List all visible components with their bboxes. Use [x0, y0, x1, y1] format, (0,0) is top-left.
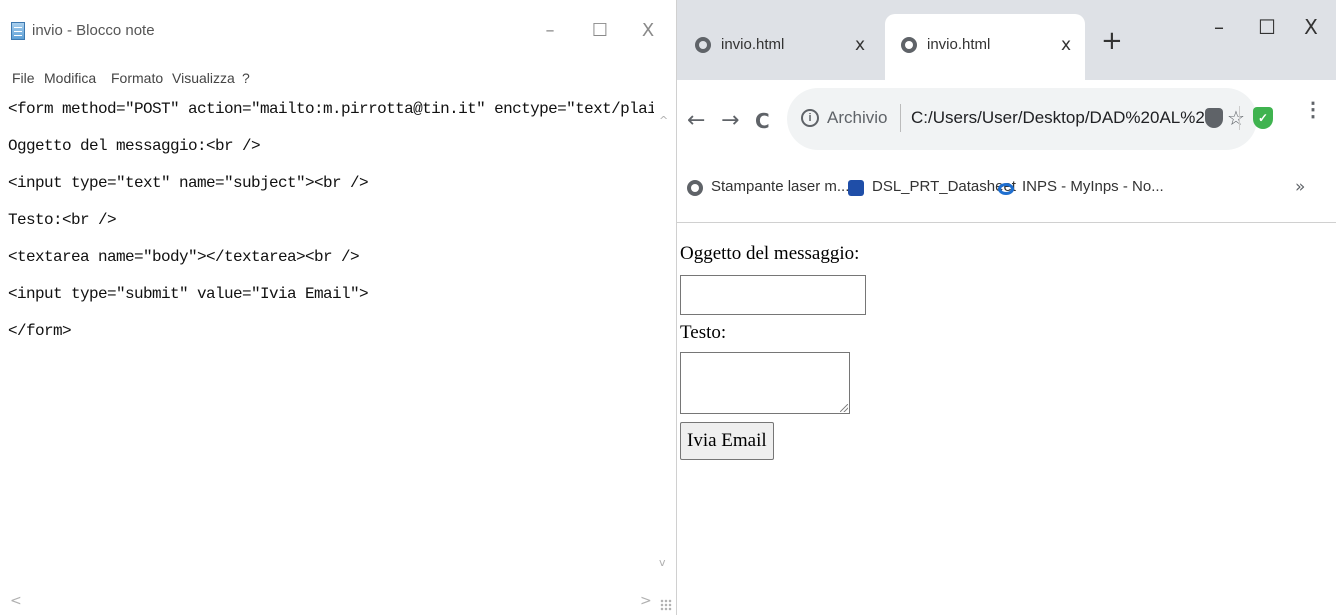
- bookmark-label: DSL_PRT_Datasheet: [872, 178, 1016, 195]
- globe-icon: [695, 37, 711, 53]
- close-icon[interactable]: x: [855, 35, 865, 55]
- reload-button[interactable]: C: [755, 110, 770, 132]
- address-separator: [900, 104, 901, 132]
- code-line: <textarea name="body"></textarea><br />: [8, 248, 360, 266]
- notepad-horizontal-scrollbar[interactable]: < >: [0, 589, 676, 615]
- bookmark-star-icon[interactable]: ☆: [1227, 106, 1245, 130]
- notepad-menubar: File Modifica Formato Visualizza ?: [0, 66, 676, 90]
- notepad-text-area[interactable]: <form method="POST" action="mailto:m.pir…: [0, 92, 676, 587]
- tab-strip: invio.html x invio.html x + – ☐ X: [677, 0, 1336, 80]
- globe-icon: [687, 180, 703, 196]
- close-icon[interactable]: x: [1061, 35, 1071, 55]
- extension-shield-icon[interactable]: [1205, 108, 1223, 128]
- notepad-vertical-scrollbar[interactable]: ^ v: [654, 98, 676, 588]
- code-line: <input type="text" name="subject"><br />: [8, 174, 369, 192]
- notepad-app-icon: [11, 22, 25, 40]
- tab-invio-2[interactable]: invio.html x: [885, 14, 1085, 80]
- notepad-titlebar[interactable]: invio - Blocco note – ☐ X: [0, 0, 676, 60]
- toolbar-separator: [1239, 106, 1240, 130]
- subject-label: Oggetto del messaggio:: [680, 243, 860, 264]
- back-button[interactable]: ←: [687, 110, 705, 132]
- browser-toolbar: ← → C i Archivio C:/Users/User/Desktop/D…: [677, 80, 1336, 160]
- code-line: Oggetto del messaggio:<br />: [8, 137, 261, 155]
- subject-input[interactable]: [680, 275, 866, 315]
- bookmark-label: INPS - MyInps - No...: [1022, 178, 1164, 195]
- menu-file[interactable]: File: [12, 70, 35, 86]
- info-icon[interactable]: i: [801, 109, 819, 127]
- submit-button[interactable]: Ivia Email: [680, 422, 774, 460]
- tab-label: invio.html: [927, 36, 991, 53]
- new-tab-button[interactable]: +: [1101, 28, 1123, 54]
- brother-icon: [848, 180, 864, 196]
- code-line: <input type="submit" value="Ivia Email">: [8, 285, 369, 303]
- address-url[interactable]: C:/Users/User/Desktop/DAD%20AL%2...: [911, 108, 1219, 128]
- notepad-minimize-button[interactable]: –: [530, 14, 570, 48]
- browser-menu-icon[interactable]: ⋮: [1303, 100, 1323, 120]
- code-line: Testo:<br />: [8, 211, 117, 229]
- resize-grip-icon[interactable]: [660, 599, 672, 611]
- scroll-down-icon[interactable]: v: [659, 556, 666, 569]
- scroll-left-icon[interactable]: <: [10, 593, 22, 609]
- address-bar[interactable]: i Archivio C:/Users/User/Desktop/DAD%20A…: [787, 88, 1257, 150]
- bookmarks-bar: Stampante laser m... DSL_PRT_Datasheet I…: [677, 160, 1336, 223]
- tab-label: invio.html: [721, 36, 785, 53]
- browser-close-button[interactable]: X: [1289, 10, 1333, 44]
- body-textarea[interactable]: [680, 352, 850, 414]
- code-line: <form method="POST" action="mailto:m.pir…: [8, 100, 676, 118]
- forward-button[interactable]: →: [721, 110, 739, 132]
- notepad-maximize-button[interactable]: ☐: [580, 14, 620, 48]
- inps-icon: [998, 183, 1014, 195]
- page-content: Oggetto del messaggio: Testo: Ivia Email: [677, 223, 1336, 615]
- body-label: Testo:: [680, 322, 727, 343]
- address-scheme-label: Archivio: [827, 108, 888, 127]
- extension-check-icon[interactable]: ✓: [1253, 107, 1273, 129]
- scroll-up-icon[interactable]: ^: [659, 114, 668, 127]
- resize-grip-icon[interactable]: [840, 404, 848, 412]
- notepad-title: invio - Blocco note: [32, 22, 155, 39]
- notepad-close-button[interactable]: X: [628, 14, 668, 48]
- notepad-window: invio - Blocco note – ☐ X File Modifica …: [0, 0, 676, 615]
- menu-formato[interactable]: Formato: [111, 70, 163, 86]
- menu-help[interactable]: ?: [242, 70, 250, 86]
- bookmarks-more-icon[interactable]: »: [1295, 177, 1305, 197]
- globe-icon: [901, 37, 917, 53]
- scroll-right-icon[interactable]: >: [640, 593, 652, 609]
- browser-window: invio.html x invio.html x + – ☐ X ← → C …: [677, 0, 1336, 615]
- browser-maximize-button[interactable]: ☐: [1245, 10, 1289, 44]
- tab-invio-1[interactable]: invio.html x: [679, 14, 879, 80]
- browser-minimize-button[interactable]: –: [1197, 10, 1241, 44]
- menu-visualizza[interactable]: Visualizza: [172, 70, 235, 86]
- bookmark-label: Stampante laser m...: [711, 178, 850, 195]
- menu-modifica[interactable]: Modifica: [44, 70, 96, 86]
- code-line: </form>: [8, 322, 72, 340]
